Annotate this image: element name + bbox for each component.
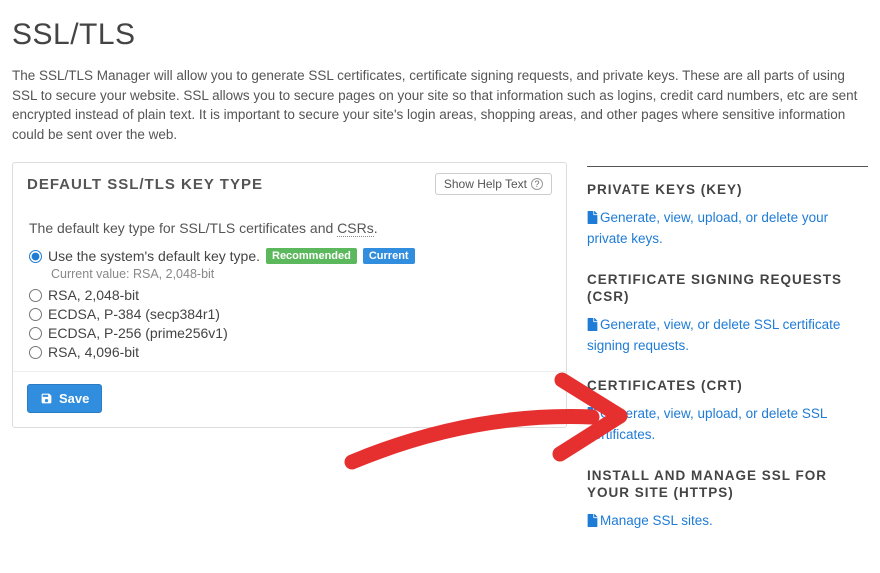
keytype-option-rsa2048[interactable]: RSA, 2,048-bit <box>29 287 550 303</box>
csr-abbr: CSRs <box>337 220 374 237</box>
sidebar-link-text: Generate, view, or delete SSL certificat… <box>587 317 840 353</box>
keytype-option-ecdsa-p384[interactable]: ECDSA, P-384 (secp384r1) <box>29 306 550 322</box>
sidebar-heading: CERTIFICATES (CRT) <box>587 377 868 395</box>
keytype-option-system-default[interactable]: Use the system's default key type. Recom… <box>29 248 550 264</box>
help-icon: ? <box>531 178 543 190</box>
keytype-label: Use the system's default key type. <box>48 248 260 264</box>
sidebar-heading: INSTALL AND MANAGE SSL FOR YOUR SITE (HT… <box>587 467 868 502</box>
keytype-radio[interactable] <box>29 327 42 340</box>
sidebar-section-certificates: CERTIFICATES (CRT) Generate, view, uploa… <box>587 377 868 444</box>
private-keys-link[interactable]: Generate, view, upload, or delete your p… <box>587 210 828 246</box>
keytype-radio[interactable] <box>29 346 42 359</box>
sidebar-link-text: Generate, view, upload, or delete SSL ce… <box>587 406 827 442</box>
sidebar-heading: PRIVATE KEYS (KEY) <box>587 181 868 199</box>
csr-link[interactable]: Generate, view, or delete SSL certificat… <box>587 317 840 353</box>
show-help-label: Show Help Text <box>444 177 527 191</box>
keytype-radio[interactable] <box>29 308 42 321</box>
panel-intro: The default key type for SSL/TLS certifi… <box>29 220 550 236</box>
page-title: SSL/TLS <box>12 18 868 52</box>
keytype-label: RSA, 4,096-bit <box>48 344 139 360</box>
file-icon <box>587 407 598 426</box>
keytype-option-rsa4096[interactable]: RSA, 4,096-bit <box>29 344 550 360</box>
page-description: The SSL/TLS Manager will allow you to ge… <box>12 66 862 144</box>
save-icon <box>40 392 53 405</box>
sidebar-section-install-manage: INSTALL AND MANAGE SSL FOR YOUR SITE (HT… <box>587 467 868 533</box>
sidebar-section-private-keys: PRIVATE KEYS (KEY) Generate, view, uploa… <box>587 181 868 248</box>
show-help-button[interactable]: Show Help Text ? <box>435 173 552 195</box>
manage-ssl-link[interactable]: Manage SSL sites. <box>587 513 713 528</box>
file-icon <box>587 318 598 337</box>
keytype-option-ecdsa-p256[interactable]: ECDSA, P-256 (prime256v1) <box>29 325 550 341</box>
save-button-label: Save <box>59 391 89 406</box>
file-icon <box>587 514 598 533</box>
keytype-radio[interactable] <box>29 289 42 302</box>
keytype-label: RSA, 2,048-bit <box>48 287 139 303</box>
current-badge: Current <box>363 248 415 264</box>
keytype-radio[interactable] <box>29 250 42 263</box>
recommended-badge: Recommended <box>266 248 357 264</box>
sidebar-link-text: Manage SSL sites. <box>600 513 713 528</box>
save-button[interactable]: Save <box>27 384 102 413</box>
sidebar-link-text: Generate, view, upload, or delete your p… <box>587 210 828 246</box>
certificates-link[interactable]: Generate, view, upload, or delete SSL ce… <box>587 406 827 442</box>
panel-heading: DEFAULT SSL/TLS KEY TYPE <box>27 176 263 193</box>
sidebar-divider <box>587 166 868 167</box>
default-key-type-panel: DEFAULT SSL/TLS KEY TYPE Show Help Text … <box>12 162 567 428</box>
keytype-label: ECDSA, P-384 (secp384r1) <box>48 306 220 322</box>
current-value-note: Current value: RSA, 2,048-bit <box>51 267 550 281</box>
sidebar-section-csr: CERTIFICATE SIGNING REQUESTS (CSR) Gener… <box>587 271 868 356</box>
file-icon <box>587 211 598 230</box>
sidebar-heading: CERTIFICATE SIGNING REQUESTS (CSR) <box>587 271 868 306</box>
keytype-label: ECDSA, P-256 (prime256v1) <box>48 325 228 341</box>
